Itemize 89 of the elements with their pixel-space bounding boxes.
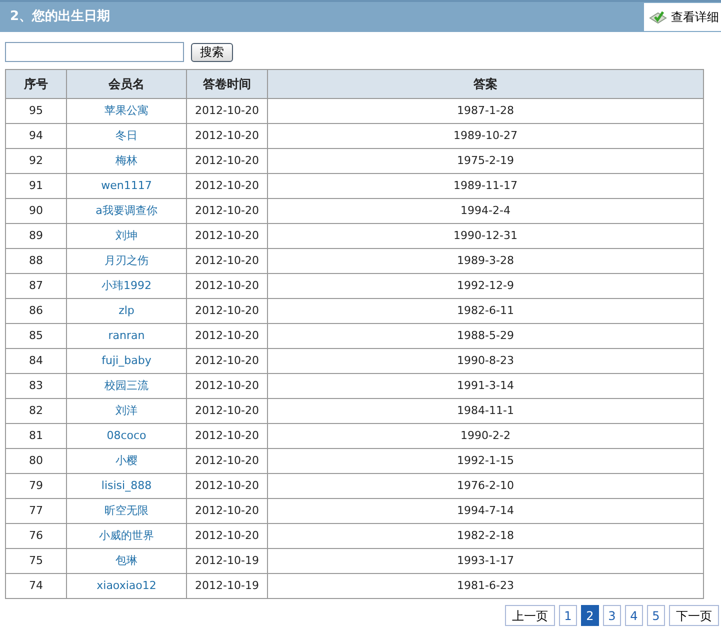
member-link[interactable]: 梅林 [116,154,138,167]
table-cell: 1990-12-31 [268,224,704,248]
page-button[interactable]: 2 [581,605,599,626]
search-button[interactable]: 搜索 [191,42,233,62]
table-cell: 87 [6,274,66,298]
page-button[interactable]: 4 [625,605,643,626]
table-cell: 83 [6,374,66,398]
table-cell: 1993-1-17 [268,548,704,574]
page-button[interactable]: 3 [603,605,621,626]
table-cell: 2012-10-20 [186,524,268,548]
member-link[interactable]: 校园三流 [104,378,148,392]
table-cell: 1976-2-10 [268,474,704,498]
table-cell: 2012-10-19 [186,548,268,574]
table-cell: 2012-10-20 [186,448,268,474]
member-link[interactable]: 包琳 [116,554,138,567]
table-cell: 2012-10-20 [186,474,268,498]
table-cell: 75 [6,548,66,574]
table-cell: 1989-10-27 [268,124,704,148]
table-cell: 1987-1-28 [268,98,704,124]
table-cell: 2012-10-20 [186,398,268,424]
table-cell: 1990-8-23 [268,348,704,374]
table-cell: 2012-10-20 [186,124,268,148]
table-cell: 1982-6-11 [268,298,704,324]
member-link[interactable]: ranran [108,328,145,342]
table-cell: 77 [6,498,66,524]
table-cell: 74 [6,574,66,598]
table-cell: 1984-11-1 [268,398,704,424]
table-cell: 76 [6,524,66,548]
table-cell: 2012-10-20 [186,298,268,324]
table-cell: 90 [6,198,66,224]
table-cell: 1990-2-2 [268,424,704,448]
member-link[interactable]: 月刃之伤 [104,254,148,267]
table-cell: 2012-10-20 [186,324,268,348]
table-cell: 91 [6,174,66,198]
table-cell: 95 [6,98,66,124]
member-link[interactable]: zlp [118,304,134,317]
table-cell: 2012-10-19 [186,574,268,598]
table-cell: 1981-6-23 [268,574,704,598]
member-link[interactable]: 08coco [106,428,146,442]
next-page-button[interactable]: 下一页 [669,605,719,626]
details-button[interactable]: 查看详细 [644,3,721,31]
table-cell: 1989-3-28 [268,248,704,274]
table-cell: 2012-10-20 [186,374,268,398]
previous-page-button[interactable]: 上一页 [505,605,555,626]
table-cell: 2012-10-20 [186,98,268,124]
column-header: 答卷时间 [186,70,268,98]
member-link[interactable]: 昕空无限 [104,504,148,517]
table-cell: 2012-10-20 [186,148,268,174]
member-link[interactable]: 小樱 [116,454,138,467]
table-cell: 80 [6,448,66,474]
table-cell: 81 [6,424,66,448]
table-cell: 82 [6,398,66,424]
table-cell: 2012-10-20 [186,198,268,224]
table-cell: 1994-7-14 [268,498,704,524]
table-cell: 2012-10-20 [186,498,268,524]
column-header: 会员名 [66,70,186,98]
table-cell: 1989-11-17 [268,174,704,198]
document-check-icon [648,9,668,25]
table-cell: 1992-1-15 [268,448,704,474]
member-link[interactable]: 苹果公寓 [104,104,148,117]
table-cell: 79 [6,474,66,498]
table-cell: 1991-3-14 [268,374,704,398]
table-cell: 2012-10-20 [186,248,268,274]
table-cell: 1994-2-4 [268,198,704,224]
table-cell: 94 [6,124,66,148]
table-cell: 2012-10-20 [186,424,268,448]
member-link[interactable]: 冬日 [116,128,138,142]
member-link[interactable]: 刘坤 [116,228,138,242]
member-link[interactable]: 刘洋 [116,404,138,417]
column-header: 答案 [268,70,704,98]
search-field[interactable] [5,42,184,62]
table-cell: 2012-10-20 [186,174,268,198]
table-cell: 2012-10-20 [186,224,268,248]
table-cell: 85 [6,324,66,348]
table-cell: 86 [6,298,66,324]
table-cell: 89 [6,224,66,248]
table-cell: 92 [6,148,66,174]
table-cell: 1992-12-9 [268,274,704,298]
table-cell: 88 [6,248,66,274]
table-cell: 84 [6,348,66,374]
table-cell: 1988-5-29 [268,324,704,348]
table-cell: 2012-10-20 [186,348,268,374]
column-header: 序号 [6,70,66,98]
table-cell: 2012-10-20 [186,274,268,298]
table-cell: 1982-2-18 [268,524,704,548]
section-title: 2、您的出生日期 [9,8,110,26]
page-button[interactable]: 1 [559,605,577,626]
table-cell: 1975-2-19 [268,148,704,174]
page-button[interactable]: 5 [647,605,665,626]
